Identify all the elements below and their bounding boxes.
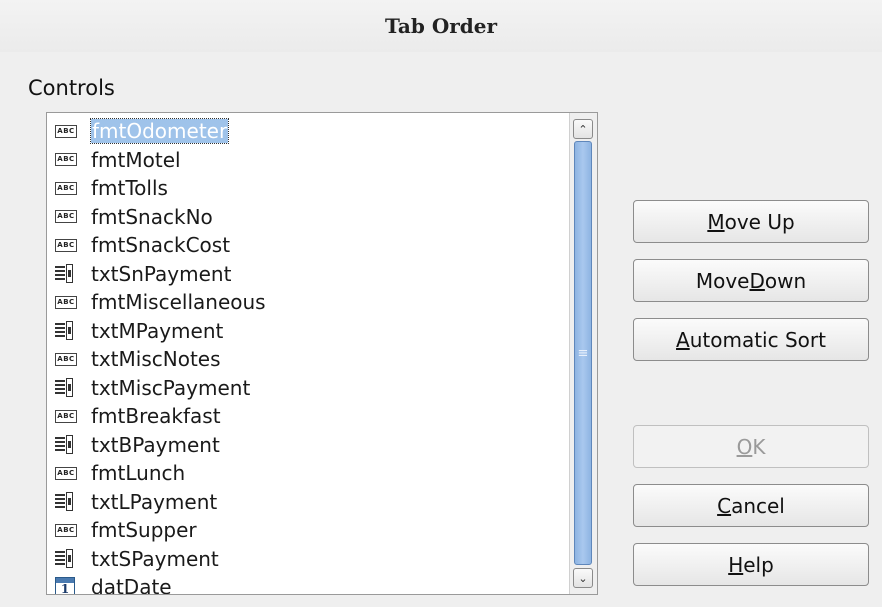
list-item-label: txtSPayment <box>91 546 219 571</box>
list-item-label: txtMiscNotes <box>91 347 221 372</box>
list-item-label: fmtOdometer <box>89 118 230 145</box>
list-item-label: txtSnPayment <box>91 261 232 286</box>
scroll-thumb[interactable]: ≡ <box>574 141 592 565</box>
move-down-button[interactable]: Move Down <box>633 259 869 302</box>
list-item[interactable]: ABC fmtTolls <box>47 174 567 203</box>
grip-icon: ≡ <box>577 345 589 361</box>
text-field-icon: ABC <box>55 291 81 313</box>
list-item[interactable]: ABC fmtMiscellaneous <box>47 288 567 317</box>
text-field-icon: ABC <box>55 206 81 228</box>
list-item[interactable]: 1 datDate <box>47 573 567 595</box>
list-item[interactable]: txtMiscPayment <box>47 374 567 403</box>
title-bar: Tab Order <box>0 0 882 52</box>
list-box-icon <box>55 548 81 570</box>
list-item[interactable]: ABC txtMiscNotes <box>47 345 567 374</box>
date-field-icon: 1 <box>55 576 81 594</box>
ok-button[interactable]: OK <box>633 425 869 468</box>
move-up-mnemonic: M <box>707 209 725 234</box>
list-item[interactable]: ABC fmtBreakfast <box>47 402 567 431</box>
move-up-label-post: ove Up <box>724 209 795 234</box>
chevron-up-icon: ⌃ <box>578 122 588 136</box>
automatic-sort-label-post: utomatic Sort <box>689 327 826 352</box>
list-box-icon <box>55 263 81 285</box>
list-item-label: fmtMiscellaneous <box>91 290 266 315</box>
move-up-button[interactable]: Move Up <box>633 200 869 243</box>
ok-mnemonic: O <box>736 434 753 459</box>
scroll-down-button[interactable]: ⌄ <box>573 568 593 588</box>
list-item[interactable]: txtMPayment <box>47 317 567 346</box>
text-field-icon: ABC <box>55 149 81 171</box>
move-down-label-pre: Move <box>695 268 750 293</box>
scroll-up-button[interactable]: ⌃ <box>573 119 593 139</box>
list-item[interactable]: ABC fmtLunch <box>47 459 567 488</box>
automatic-sort-button[interactable]: Automatic Sort <box>633 318 869 361</box>
chevron-down-icon: ⌄ <box>578 571 588 585</box>
move-down-mnemonic: D <box>749 268 765 293</box>
list-item[interactable]: txtSnPayment <box>47 260 567 289</box>
list-item[interactable]: txtBPayment <box>47 431 567 460</box>
list-item[interactable]: txtSPayment <box>47 545 567 574</box>
list-item-label: txtMiscPayment <box>91 375 251 400</box>
text-field-icon: ABC <box>55 348 81 370</box>
list-item-label: fmtSupper <box>91 518 197 543</box>
controls-list-items: ABC fmtOdometer ABC fmtMotel ABC fmtTolls ABC f… <box>47 117 567 595</box>
list-item[interactable]: txtLPayment <box>47 488 567 517</box>
text-field-icon: ABC <box>55 519 81 541</box>
list-item-label: fmtBreakfast <box>91 404 221 429</box>
list-box-icon <box>55 320 81 342</box>
list-item[interactable]: ABC fmtSnackCost <box>47 231 567 260</box>
text-field-icon: ABC <box>55 234 81 256</box>
list-item-label: fmtSnackCost <box>91 233 231 258</box>
list-item-label: fmtLunch <box>91 461 186 486</box>
text-field-icon: ABC <box>55 462 81 484</box>
list-item-label: datDate <box>91 575 172 595</box>
vertical-scrollbar[interactable]: ⌃ ≡ ⌄ <box>569 113 597 594</box>
list-item-label: txtLPayment <box>91 489 218 514</box>
cancel-mnemonic: C <box>717 493 732 518</box>
help-label-post: elp <box>743 552 774 577</box>
automatic-sort-mnemonic: A <box>676 327 690 352</box>
list-item-label: fmtMotel <box>91 147 181 172</box>
list-box-icon <box>55 377 81 399</box>
list-item-label: txtMPayment <box>91 318 224 343</box>
ok-label-post: K <box>752 434 766 459</box>
cancel-button[interactable]: Cancel <box>633 484 869 527</box>
move-down-label-post: own <box>764 268 807 293</box>
help-button[interactable]: Help <box>633 543 869 586</box>
list-item[interactable]: ABC fmtSupper <box>47 516 567 545</box>
list-item-label: fmtTolls <box>91 176 168 201</box>
text-field-icon: ABC <box>55 405 81 427</box>
list-item[interactable]: ABC fmtOdometer <box>47 117 567 146</box>
text-field-icon: ABC <box>55 177 81 199</box>
controls-label: Controls <box>28 76 115 100</box>
help-mnemonic: H <box>728 552 744 577</box>
text-field-icon: ABC <box>55 120 81 142</box>
list-box-icon <box>55 491 81 513</box>
list-item-label: txtBPayment <box>91 432 220 457</box>
window-title: Tab Order <box>384 14 498 38</box>
list-item-label: fmtSnackNo <box>91 204 213 229</box>
cancel-label-post: ancel <box>731 493 785 518</box>
list-item[interactable]: ABC fmtSnackNo <box>47 203 567 232</box>
controls-list[interactable]: ABC fmtOdometer ABC fmtMotel ABC fmtTolls ABC f… <box>46 112 598 595</box>
list-item[interactable]: ABC fmtMotel <box>47 146 567 175</box>
list-box-icon <box>55 434 81 456</box>
